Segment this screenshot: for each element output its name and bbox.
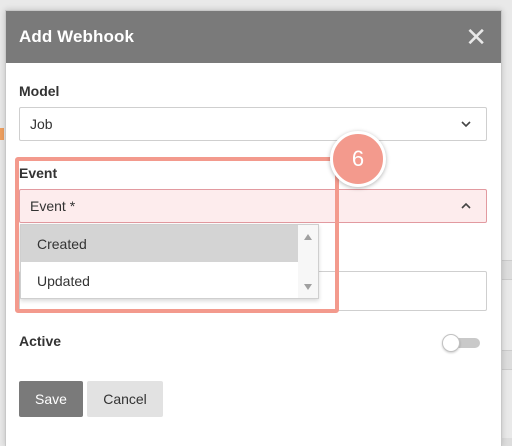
save-button[interactable]: Save bbox=[19, 381, 83, 417]
event-select[interactable]: Event * bbox=[19, 189, 487, 223]
active-toggle[interactable] bbox=[442, 334, 480, 352]
chevron-up-icon bbox=[461, 202, 471, 209]
option-created[interactable]: Created bbox=[21, 225, 299, 262]
option-updated[interactable]: Updated bbox=[21, 262, 299, 299]
model-value: Job bbox=[30, 116, 53, 132]
scroll-down-arrow-icon[interactable] bbox=[304, 284, 312, 290]
toggle-knob bbox=[442, 334, 460, 352]
add-webhook-dialog: Add Webhook ✕ Model Job Event Event * Cr… bbox=[5, 10, 502, 446]
step-badge: 6 bbox=[330, 131, 386, 187]
backdrop-accent bbox=[0, 128, 4, 140]
event-dropdown-list: Created Updated bbox=[20, 224, 319, 299]
active-label: Active bbox=[19, 333, 62, 349]
cancel-button[interactable]: Cancel bbox=[87, 381, 163, 417]
event-placeholder: Event * bbox=[30, 198, 76, 214]
event-label: Event bbox=[19, 165, 58, 181]
dialog-header: Add Webhook ✕ bbox=[6, 11, 501, 63]
model-label: Model bbox=[19, 83, 60, 99]
scroll-up-arrow-icon[interactable] bbox=[304, 234, 312, 240]
chevron-down-icon bbox=[461, 121, 471, 128]
model-select[interactable]: Job bbox=[19, 107, 487, 141]
dialog-title: Add Webhook bbox=[19, 27, 135, 46]
close-icon[interactable]: ✕ bbox=[465, 24, 487, 50]
dropdown-scrollbar[interactable] bbox=[298, 225, 318, 298]
